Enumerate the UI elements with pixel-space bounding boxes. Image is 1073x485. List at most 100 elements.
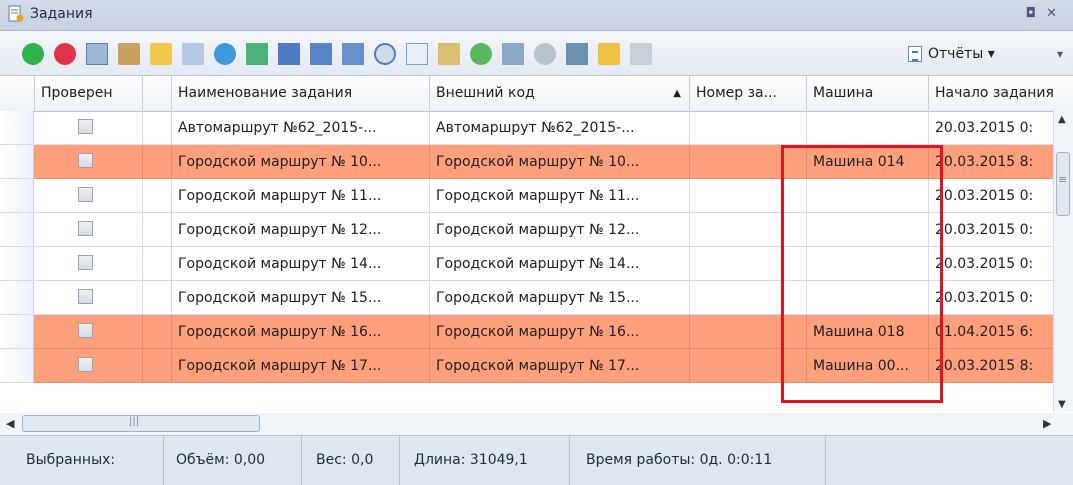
clock-icon[interactable] [374,43,396,65]
table-row[interactable]: Городской маршрут № 10... Городской маршр… [0,145,1069,179]
table-row[interactable]: Городской маршрут № 15... Городской маршр… [0,281,1069,315]
table-row[interactable]: Городской маршрут № 16... Городской маршр… [0,315,1069,349]
cell-number [690,281,807,315]
copy-icon[interactable] [86,43,108,65]
cell-checked [35,111,143,145]
checked-checkbox[interactable] [78,357,93,372]
reports-menu[interactable]: Отчёты ▾ [908,43,995,65]
cell-code: Городской маршрут № 17... [430,349,690,383]
grid-header: Проверен Наименование задания Внешний ко… [0,76,1073,112]
truck-unload-icon[interactable] [342,43,364,65]
globe-refresh-icon[interactable] [214,43,236,65]
cell-code: Автомаршрут №62_2015-... [430,111,690,145]
checked-checkbox[interactable] [78,289,93,304]
row-indicator[interactable] [0,247,34,281]
cell-machine [807,247,929,281]
column-header-blank [143,76,172,111]
checked-checkbox[interactable] [78,323,93,338]
status-length: Длина: 31049,1 [400,436,570,485]
row-indicator-header [0,76,35,111]
add-icon[interactable] [22,43,44,65]
row-indicator[interactable] [0,315,34,349]
remove-icon[interactable] [54,43,76,65]
status-selected: Выбранных: [0,436,164,485]
vehicle-icon[interactable] [502,43,524,65]
truck-load-icon[interactable] [310,43,332,65]
settings-icon[interactable] [630,43,652,65]
cell-blank [143,145,172,179]
cell-code: Городской маршрут № 14... [430,247,690,281]
table-row[interactable]: Городской маршрут № 17... Городской маршр… [0,349,1069,383]
cell-number [690,349,807,383]
cost-icon[interactable] [470,43,492,65]
row-indicator[interactable] [0,179,34,213]
scroll-down-icon[interactable]: ▼ [1058,399,1066,410]
table-row[interactable]: Городской маршрут № 11... Городской маршр… [0,179,1069,213]
pie-chart-icon[interactable] [534,43,556,65]
cell-start: 20.03.2015 0: [929,247,1069,281]
scroll-up-icon[interactable]: ▲ [1058,114,1066,125]
cell-blank [143,349,172,383]
cell-number [690,179,807,213]
column-header-number[interactable]: Номер за... [690,76,807,111]
checked-checkbox[interactable] [78,187,93,202]
status-worktime: Время работы: 0д. 0:0:11 [570,436,826,485]
cell-blank [143,247,172,281]
scroll-right-icon[interactable]: ▶ [1043,417,1051,430]
checked-checkbox[interactable] [78,119,93,134]
pencil-icon[interactable] [150,43,172,65]
scroll-left-icon[interactable]: ◀ [6,417,14,430]
row-indicator[interactable] [0,213,34,247]
column-header-code[interactable]: Внешний код ▲ [430,76,690,111]
cell-start: 20.03.2015 8: [929,145,1069,179]
cell-checked [35,247,143,281]
truck-icon[interactable] [278,43,300,65]
row-indicator[interactable] [0,281,34,315]
cell-checked [35,145,143,179]
document-icon[interactable] [406,43,428,65]
cell-checked [35,281,143,315]
checked-checkbox[interactable] [78,153,93,168]
row-indicator[interactable] [0,349,34,383]
column-header-checked[interactable]: Проверен [35,76,143,111]
points-icon[interactable] [438,43,460,65]
row-indicator[interactable] [0,111,34,145]
horizontal-scroll-thumb[interactable] [22,415,260,432]
column-header-start[interactable]: Начало задания [929,76,1073,111]
cell-machine: Машина 014 [807,145,929,179]
table-row[interactable]: Автомаршрут №62_2015-... Автомаршрут №62_… [0,111,1069,145]
cell-name: Городской маршрут № 11... [172,179,430,213]
checked-checkbox[interactable] [78,221,93,236]
cell-name: Городской маршрут № 15... [172,281,430,315]
row-indicator[interactable] [0,145,34,179]
checked-checkbox[interactable] [78,255,93,270]
edit-icon[interactable] [118,43,140,65]
vertical-scrollbar[interactable]: ▲ ▼ [1053,110,1073,412]
column-header-name[interactable]: Наименование задания [172,76,430,111]
column-header-machine[interactable]: Машина [807,76,929,111]
cell-blank [143,111,172,145]
vertical-scroll-thumb[interactable] [1056,152,1070,216]
list-icon[interactable] [182,43,204,65]
cell-start: 01.04.2015 6: [929,315,1069,349]
cell-code: Городской маршрут № 12... [430,213,690,247]
cell-code: Городской маршрут № 11... [430,179,690,213]
restore-icon[interactable]: ◘ [1026,6,1046,21]
cell-start: 20.03.2015 0: [929,179,1069,213]
table-row[interactable]: Городской маршрут № 14... Городской маршр… [0,247,1069,281]
table-row[interactable]: Городской маршрут № 12... Городской маршр… [0,213,1069,247]
cell-name: Городской маршрут № 12... [172,213,430,247]
reports-icon [908,46,922,62]
cell-blank [143,179,172,213]
tasks-window: Задания ◘✕ Отчёты ▾ ▾ Проверен Наименова… [0,0,1073,485]
folder-icon[interactable] [598,43,620,65]
cell-name: Городской маршрут № 14... [172,247,430,281]
cell-machine [807,213,929,247]
cell-blank [143,315,172,349]
sort-ascending-icon: ▲ [673,88,681,99]
export-icon[interactable] [566,43,588,65]
horizontal-scrollbar[interactable]: ◀ ▶ [0,413,1073,436]
close-icon[interactable]: ✕ [1046,6,1067,21]
route-icon[interactable] [246,43,268,65]
toolbar-overflow-icon[interactable]: ▾ [1057,47,1063,61]
